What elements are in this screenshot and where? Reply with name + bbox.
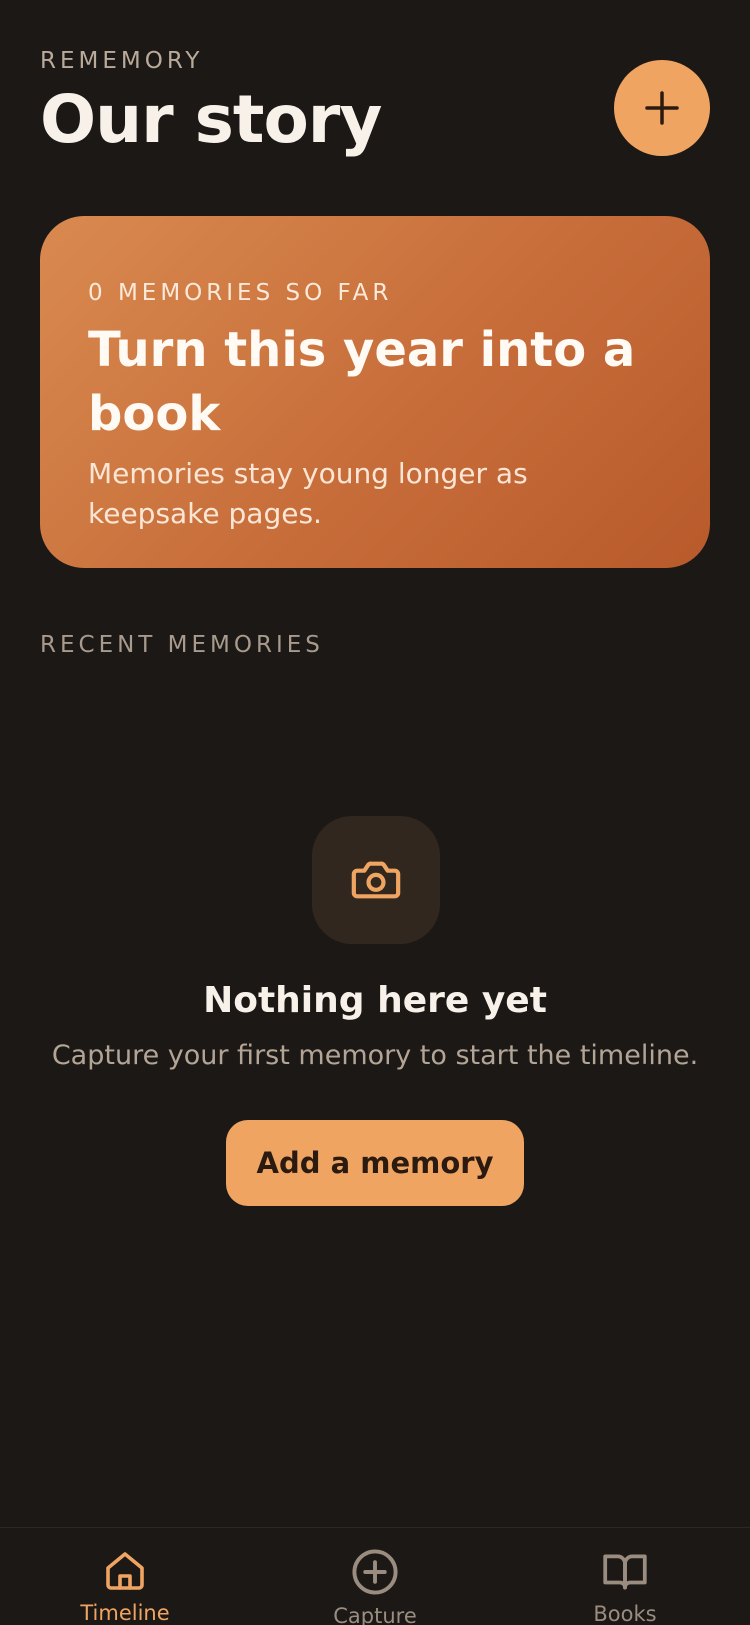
home-icon — [106, 1551, 144, 1590]
hero-subtitle: Memories stay young longer as keepsake p… — [88, 457, 528, 530]
recent-memories-label: RECENT MEMORIES — [40, 632, 324, 658]
memory-count: 0 MEMORIES SO FAR — [88, 280, 393, 306]
page-title: Our story — [40, 81, 382, 158]
add-memory-fab[interactable] — [614, 60, 710, 156]
book-promo-card[interactable]: 0 MEMORIES SO FAR Turn this year into a … — [40, 216, 710, 568]
book-icon — [603, 1554, 647, 1590]
add-memory-button[interactable]: Add a memory — [226, 1120, 524, 1206]
nav-label-books: Books — [593, 1602, 657, 1625]
nav-item-timeline[interactable]: Timeline — [0, 1528, 250, 1625]
app-label: REMEMORY — [40, 48, 204, 74]
nav-item-capture[interactable]: Capture — [250, 1528, 500, 1625]
nav-label-timeline: Timeline — [80, 1601, 170, 1625]
camera-icon — [351, 861, 401, 899]
empty-state-title: Nothing here yet — [203, 980, 547, 1021]
empty-state-subtitle: Capture your first memory to start the t… — [51, 1040, 699, 1071]
plus-icon — [645, 91, 679, 125]
plus-circle-icon — [352, 1549, 398, 1595]
empty-state-icon-box — [312, 816, 440, 944]
bottom-nav: Timeline Capture Books — [0, 1527, 750, 1625]
hero-title: Turn this year into a book — [88, 322, 636, 442]
nav-label-capture: Capture — [333, 1604, 417, 1625]
nav-item-books[interactable]: Books — [500, 1528, 750, 1625]
